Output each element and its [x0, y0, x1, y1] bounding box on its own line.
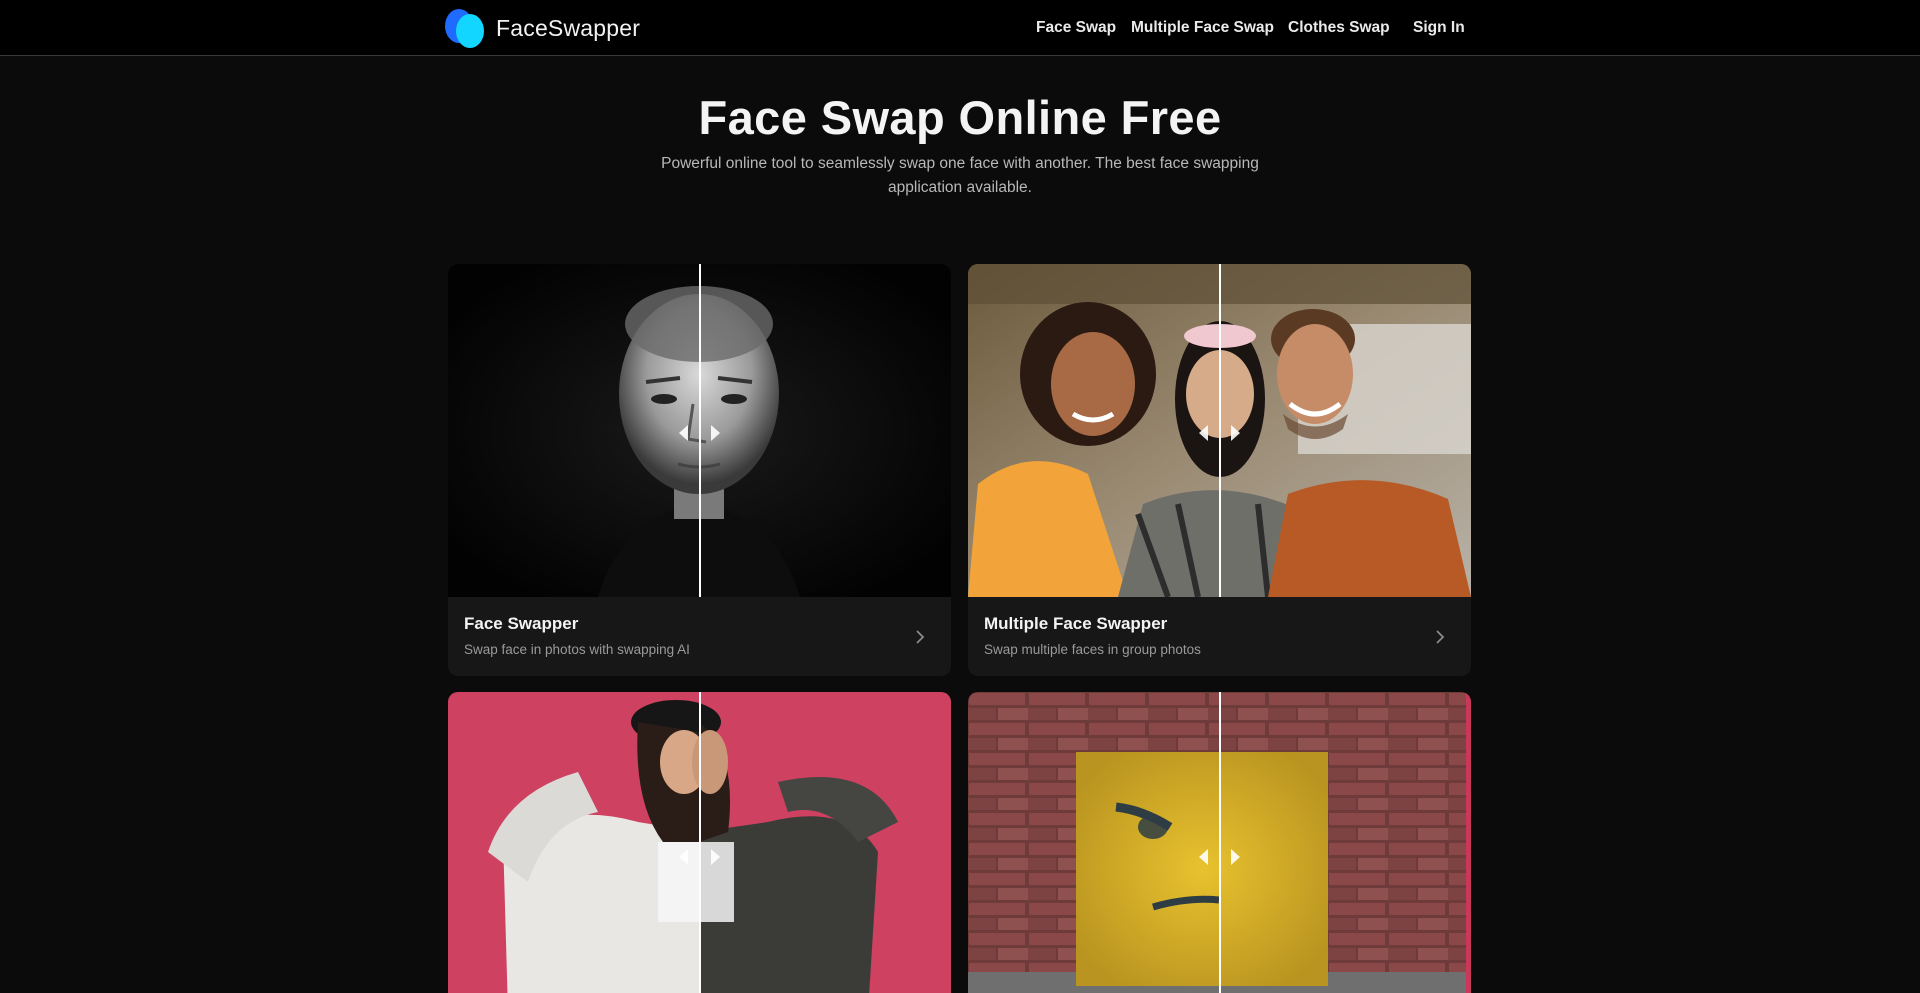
- page-title: Face Swap Online Free: [698, 91, 1222, 144]
- sign-in-link[interactable]: Sign In: [1413, 19, 1465, 37]
- page-subtitle: Powerful online tool to seamlessly swap …: [661, 155, 1259, 196]
- chevron-right-icon[interactable]: [910, 627, 930, 647]
- card-subtitle: Swap face in photos with swapping AI: [464, 642, 690, 657]
- art-swap-card[interactable]: [968, 692, 1471, 993]
- slider-left-arrow-icon[interactable]: [679, 425, 688, 441]
- comparison-divider[interactable]: [699, 692, 701, 993]
- face-swap-comparison-image[interactable]: [448, 264, 951, 597]
- card-title: Multiple Face Swapper: [984, 614, 1168, 633]
- slider-left-arrow-icon[interactable]: [1199, 425, 1208, 441]
- slider-right-arrow-icon[interactable]: [711, 849, 720, 865]
- card-subtitle: Swap multiple faces in group photos: [984, 642, 1201, 657]
- clothes-swap-comparison-image[interactable]: [448, 692, 951, 993]
- slider-left-arrow-icon[interactable]: [679, 849, 688, 865]
- nav-clothes-swap[interactable]: Clothes Swap: [1288, 19, 1390, 37]
- card-title: Face Swapper: [464, 614, 579, 633]
- brand-name: FaceSwapper: [496, 14, 641, 41]
- art-swap-comparison-image[interactable]: [968, 692, 1471, 993]
- slider-right-arrow-icon[interactable]: [1231, 425, 1240, 441]
- brand-logo[interactable]: FaceSwapper: [444, 8, 640, 48]
- card-info: Multiple Face Swapper Swap multiple face…: [968, 597, 1471, 676]
- comparison-divider[interactable]: [1219, 264, 1221, 597]
- nav-multiple-face-swap[interactable]: Multiple Face Swap: [1131, 19, 1274, 37]
- face-swapper-card[interactable]: Face Swapper Swap face in photos with sw…: [448, 264, 951, 676]
- faceswapper-logo-icon: [444, 8, 484, 48]
- slider-right-arrow-icon[interactable]: [1231, 849, 1240, 865]
- top-navbar: FaceSwapper Face Swap Multiple Face Swap…: [0, 0, 1920, 56]
- clothes-swap-card[interactable]: [448, 692, 951, 993]
- group-swap-comparison-image[interactable]: [968, 264, 1471, 597]
- multiple-face-swapper-card[interactable]: Multiple Face Swapper Swap multiple face…: [968, 264, 1471, 676]
- card-info: Face Swapper Swap face in photos with sw…: [448, 597, 951, 676]
- slider-right-arrow-icon[interactable]: [711, 425, 720, 441]
- comparison-divider[interactable]: [1219, 692, 1221, 993]
- comparison-divider[interactable]: [699, 264, 701, 597]
- nav-face-swap[interactable]: Face Swap: [1036, 19, 1116, 37]
- chevron-right-icon[interactable]: [1430, 627, 1450, 647]
- slider-left-arrow-icon[interactable]: [1199, 849, 1208, 865]
